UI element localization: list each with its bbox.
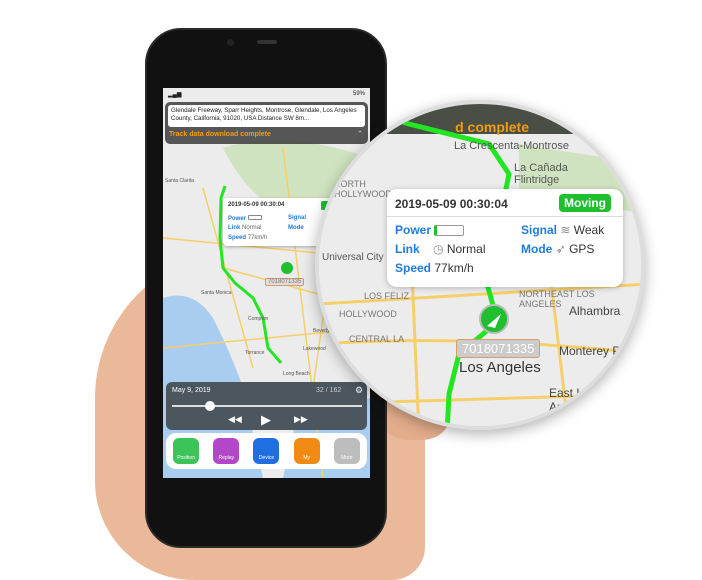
- divider: [387, 216, 623, 217]
- rewind-icon[interactable]: ◀◀: [228, 414, 242, 425]
- map-label: Long Beach: [283, 371, 310, 377]
- map-label: Universal City: [322, 252, 384, 263]
- play-icon[interactable]: ▶: [261, 412, 271, 428]
- camera: [227, 39, 234, 46]
- playback-date: May 9, 2019: [172, 387, 211, 394]
- playback-counter: 32 / 162: [316, 387, 342, 394]
- nav-label: Position: [177, 455, 195, 461]
- vehicle-marker: [281, 262, 293, 274]
- map-label: East Los Angeles: [549, 386, 596, 414]
- signal-label: Signal: [288, 215, 307, 221]
- tooltip-datetime: 2019-05-09 00:30:04: [228, 202, 285, 208]
- signal-label: Signal: [521, 223, 558, 237]
- clock-icon: ◷: [433, 242, 444, 256]
- device-id-label[interactable]: 7018071335: [265, 278, 305, 286]
- nav-position[interactable]: Position: [173, 438, 200, 464]
- nav-label: More: [341, 455, 353, 461]
- map-label: CENTRAL LA: [349, 334, 405, 344]
- power-label: Power: [395, 223, 432, 237]
- mode-label: Mode: [288, 225, 304, 231]
- nav-more[interactable]: More: [333, 438, 360, 464]
- nav-my[interactable]: My: [293, 438, 320, 464]
- map-label: HOLLYWOOD: [339, 309, 397, 319]
- link-value: Normal: [242, 225, 262, 231]
- map-label: Santa Clarita: [165, 178, 194, 184]
- speed-value: 77km/h: [247, 235, 268, 241]
- speed-value: 77km/h: [434, 261, 474, 275]
- map-label: LOS FELIZ: [364, 291, 410, 301]
- map-label: Los Angeles: [459, 359, 541, 376]
- fast-forward-icon[interactable]: ▶▶: [294, 414, 308, 425]
- mode-label: Mode: [521, 242, 553, 256]
- speaker: [257, 40, 277, 44]
- map-label: Alhambra: [569, 304, 621, 318]
- battery-level: 59%: [352, 91, 365, 97]
- nav-label: Device: [258, 455, 275, 461]
- vehicle-marker: [479, 304, 509, 334]
- mode-value: GPS: [569, 242, 595, 256]
- info-tooltip: 2019-05-09 00:30:04 Moving Power Signal …: [387, 189, 623, 287]
- magnified-notice: d complete: [455, 119, 529, 135]
- speed-label: Speed: [228, 235, 247, 241]
- map-label: Monterey Pa: [559, 344, 628, 358]
- tooltip-datetime: 2019-05-09 00:30:04: [395, 197, 508, 211]
- satellite-icon: ➶: [555, 242, 566, 256]
- magnifier-callout: d complete La Crescenta-Montrose La Caña…: [315, 100, 645, 430]
- nav-label: My: [303, 455, 310, 461]
- link-value: Normal: [446, 242, 486, 256]
- map-label: La Cañada Flintridge: [514, 162, 568, 186]
- signal-value: Weak: [573, 223, 605, 237]
- nav-replay[interactable]: Replay: [213, 438, 240, 464]
- wifi-icon: ≋: [560, 223, 571, 237]
- status-bar: ▂▄▆ 59%: [163, 88, 370, 100]
- device-id-label[interactable]: 7018071335: [456, 339, 541, 358]
- map-label: La Crescenta-Montrose: [454, 140, 569, 152]
- speed-label: Speed: [395, 261, 432, 275]
- nav-label: Replay: [218, 455, 235, 461]
- battery-icon: [247, 215, 262, 220]
- bottom-nav: Position Replay Device My More: [166, 433, 367, 469]
- map-label: Torrance: [245, 350, 265, 356]
- download-notice: Track data download complete: [169, 131, 271, 138]
- nav-device[interactable]: Device: [253, 438, 280, 464]
- link-label: Link: [228, 225, 241, 231]
- power-label: Power: [228, 216, 247, 222]
- link-label: Link: [395, 242, 420, 256]
- map-label: Santa Monica: [201, 290, 232, 296]
- map-label: Compton: [248, 316, 269, 322]
- status-badge: Moving: [559, 194, 611, 212]
- signal-icon: ▂▄▆: [168, 92, 182, 98]
- slider-handle[interactable]: [205, 401, 215, 411]
- battery-icon: [434, 225, 465, 237]
